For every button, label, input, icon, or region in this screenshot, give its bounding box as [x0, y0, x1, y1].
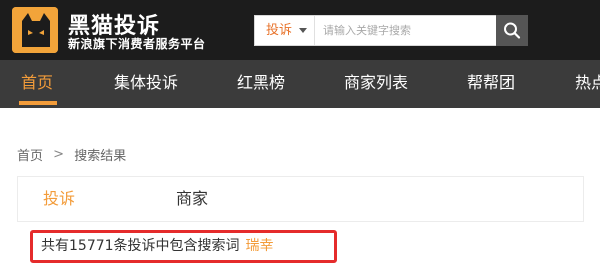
nav-item-merchant-list[interactable]: 商家列表 [344, 60, 408, 108]
search-type-select[interactable]: 投诉 [255, 16, 315, 45]
result-summary: 共有15771条投诉中包含搜索词 瑞幸 [30, 230, 337, 263]
result-middle: 条投诉中包含搜索词 [113, 238, 240, 254]
tab-complaints[interactable]: 投诉 [43, 177, 75, 221]
nav-active-indicator [19, 101, 57, 105]
nav-item-red-black-list[interactable]: 红黑榜 [237, 60, 285, 108]
nav-item-help-group[interactable]: 帮帮团 [467, 60, 515, 108]
result-count: 15771 [69, 238, 114, 254]
breadcrumb-home[interactable]: 首页 [17, 145, 43, 164]
top-header: 黑猫投诉 新浪旗下消费者服务平台 投诉 [0, 0, 600, 60]
breadcrumb-current: 搜索结果 [74, 149, 127, 164]
chevron-down-icon [299, 28, 307, 33]
result-tabs: 投诉 商家 [17, 176, 584, 222]
nav-item-hot[interactable]: 热点 [575, 60, 600, 108]
nav-item-group-complaints[interactable]: 集体投诉 [114, 60, 178, 108]
main-nav: 首页 集体投诉 红黑榜 商家列表 帮帮团 热点 [0, 60, 600, 108]
search-button[interactable] [496, 15, 528, 46]
search-icon [504, 22, 521, 39]
result-prefix: 共有 [41, 238, 69, 254]
logo-subtitle: 新浪旗下消费者服务平台 [68, 37, 206, 51]
search-bar: 投诉 [254, 15, 528, 46]
logo[interactable]: 黑猫投诉 新浪旗下消费者服务平台 [12, 7, 210, 53]
breadcrumb: 首页 > 搜索结果 [17, 145, 127, 164]
breadcrumb-separator: > [53, 147, 65, 162]
search-type-label: 投诉 [266, 23, 293, 38]
cat-logo-icon [12, 7, 58, 53]
tab-merchants[interactable]: 商家 [176, 177, 208, 221]
result-keyword: 瑞幸 [245, 238, 274, 254]
search-input[interactable] [323, 16, 495, 45]
